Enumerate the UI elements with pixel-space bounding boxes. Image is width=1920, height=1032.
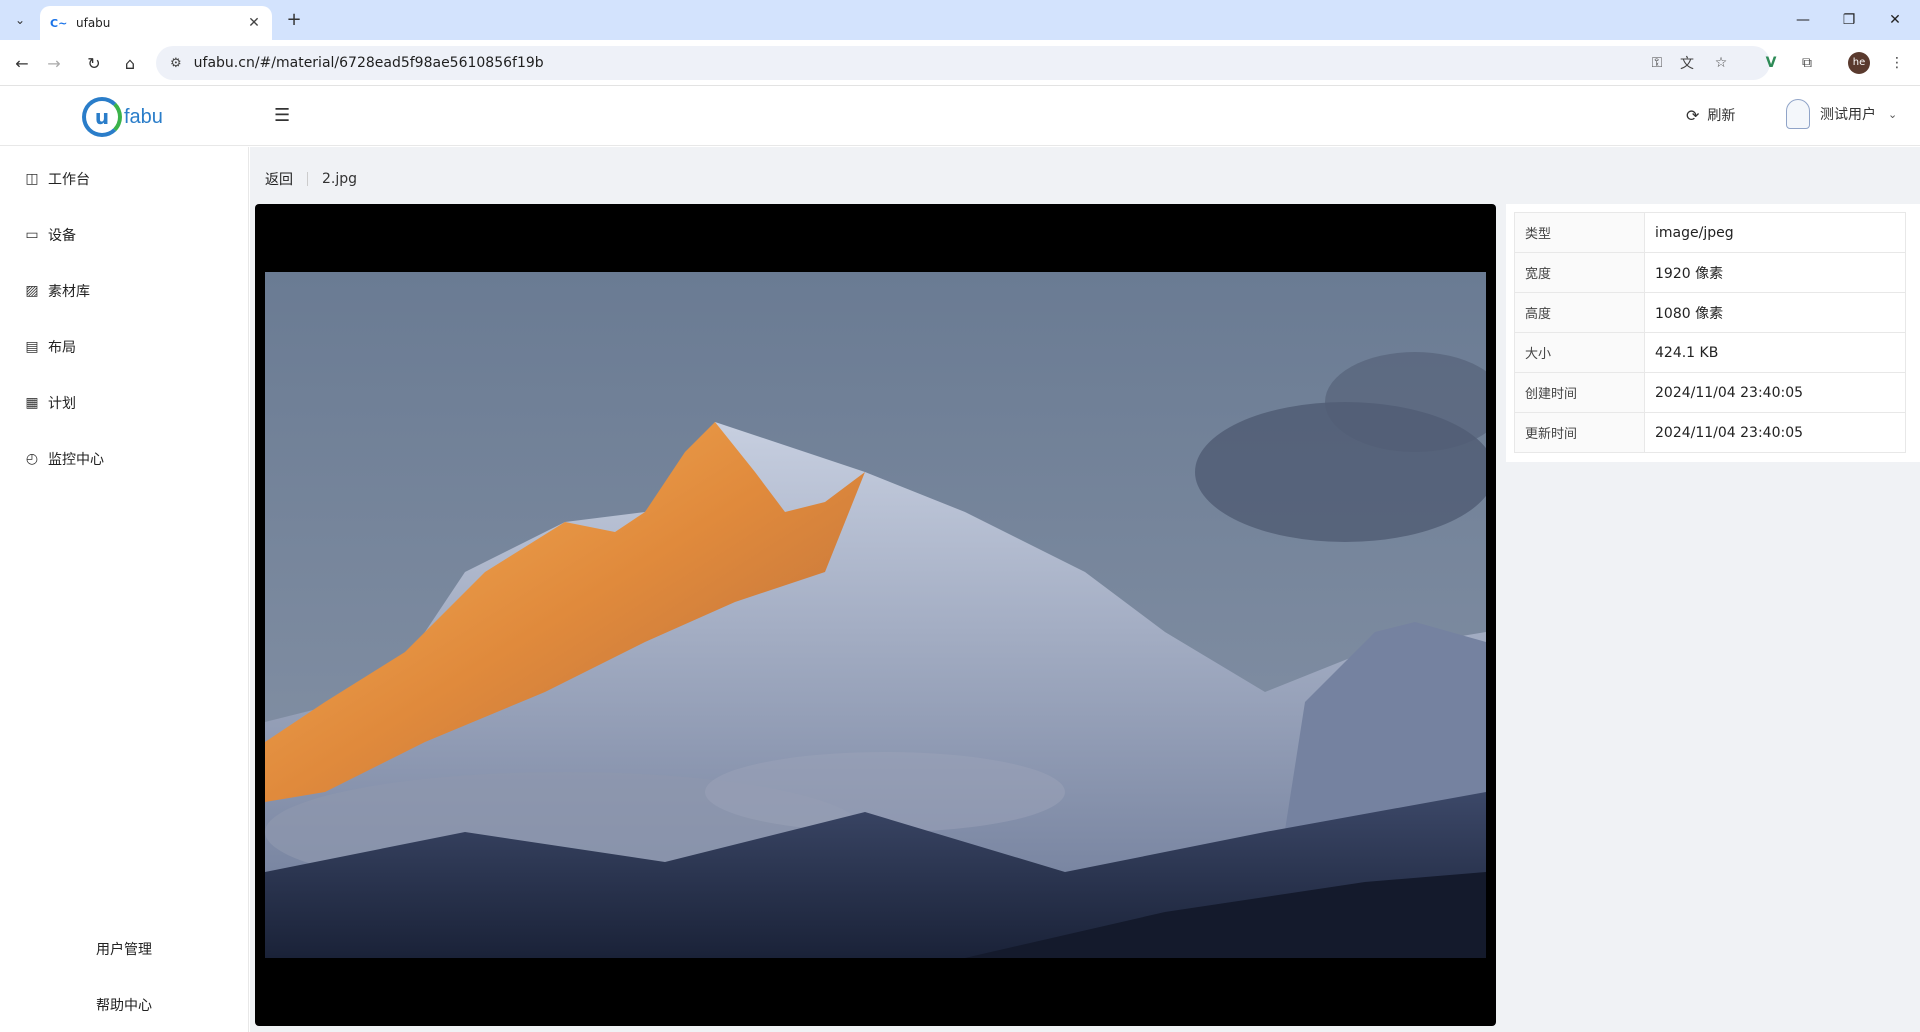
sidebar-item-materials[interactable]: ▨ 素材库 [24, 279, 90, 303]
monitor-icon: ▭ [25, 227, 39, 243]
info-value: 1080 像素 [1644, 292, 1906, 333]
table-row: 高度 1080 像素 [1514, 292, 1906, 333]
file-info-panel: 类型 image/jpeg 宽度 1920 像素 高度 1080 像素 大小 4… [1506, 204, 1920, 462]
browser-toolbar: ← → ↻ ⌂ ⚙ ufabu.cn/#/material/6728ead5f9… [0, 40, 1920, 86]
home-icon[interactable]: ⌂ [116, 49, 144, 77]
image-preview-panel [255, 204, 1496, 1026]
restore-icon[interactable]: ❐ [1826, 0, 1872, 40]
calendar-icon: ▦ [25, 395, 39, 411]
help-center-link[interactable]: 帮助中心 [96, 995, 152, 1015]
pulse-icon: ◴ [25, 451, 39, 467]
info-value: 2024/11/04 23:40:05 [1644, 372, 1906, 413]
vue-extension-icon[interactable]: V [1758, 50, 1784, 76]
sidebar-item-label: 设备 [48, 228, 76, 244]
table-row: 更新时间 2024/11/04 23:40:05 [1514, 412, 1906, 453]
close-tab-icon[interactable]: ✕ [246, 15, 262, 31]
mountain-photo [265, 272, 1486, 958]
site-favicon-icon: C~ [50, 16, 68, 30]
sidebar-item-label: 计划 [48, 396, 76, 412]
table-row: 创建时间 2024/11/04 23:40:05 [1514, 372, 1906, 413]
sidebar-item-monitor[interactable]: ◴ 监控中心 [24, 447, 104, 471]
tab-search-icon[interactable]: ⌄ [8, 8, 32, 32]
ufabu-logo[interactable]: u fabu [82, 95, 163, 139]
breadcrumb-divider [307, 172, 308, 186]
info-key: 高度 [1514, 292, 1645, 333]
file-name: 2.jpg [322, 171, 358, 187]
sidebar-item-schedule[interactable]: ▦ 计划 [24, 391, 76, 415]
browser-tab[interactable]: C~ ufabu ✕ [40, 6, 272, 40]
back-icon[interactable]: ← [8, 49, 36, 77]
new-tab-icon[interactable]: + [282, 8, 306, 32]
sidebar-item-label: 监控中心 [48, 452, 104, 468]
profile-avatar[interactable]: he [1848, 52, 1870, 74]
user-avatar [1786, 99, 1810, 129]
info-key: 类型 [1514, 212, 1645, 253]
table-row: 宽度 1920 像素 [1514, 252, 1906, 293]
sidebar-item-label: 工作台 [48, 172, 90, 188]
info-key: 大小 [1514, 332, 1645, 373]
extensions-icon[interactable]: ⧉ [1794, 50, 1820, 76]
close-window-icon[interactable]: ✕ [1872, 0, 1918, 40]
user-management-link[interactable]: 用户管理 [96, 939, 152, 959]
info-key: 创建时间 [1514, 372, 1645, 413]
user-name: 测试用户 [1820, 107, 1876, 123]
table-row: 类型 image/jpeg [1514, 212, 1906, 253]
logo-mark: u [82, 97, 122, 137]
info-value: 2024/11/04 23:40:05 [1644, 412, 1906, 453]
info-value: 1920 像素 [1644, 252, 1906, 293]
reload-icon[interactable]: ↻ [80, 49, 108, 77]
sidebar-item-label: 素材库 [48, 284, 90, 300]
info-value: image/jpeg [1644, 212, 1906, 253]
forward-icon[interactable]: → [40, 49, 68, 77]
refresh-label: 刷新 [1707, 108, 1736, 124]
app-header: u fabu ☰ ⟳ 刷新 测试用户 ⌄ [0, 87, 1920, 146]
breadcrumb: 返回 2.jpg [265, 169, 357, 189]
browser-menu-icon[interactable]: ⋮ [1884, 50, 1910, 76]
password-key-icon[interactable]: ⚿ [1644, 50, 1670, 76]
sidebar-item-workbench[interactable]: ◫ 工作台 [24, 167, 90, 191]
sidebar-item-devices[interactable]: ▭ 设备 [24, 223, 76, 247]
dashboard-icon: ◫ [25, 171, 39, 187]
info-value: 424.1 KB [1644, 332, 1906, 373]
sidebar-item-layout[interactable]: ▤ 布局 [24, 335, 76, 359]
logo-text: fabu [124, 105, 163, 128]
sidebar-item-label: 布局 [48, 340, 76, 356]
info-key: 更新时间 [1514, 412, 1645, 453]
address-bar[interactable]: ⚙ ufabu.cn/#/material/6728ead5f98ae56108… [156, 46, 1770, 80]
chevron-down-icon: ⌄ [1888, 107, 1898, 121]
main-content: 返回 2.jpg 类型 image/jpeg 宽度 1920 像素 高度 108… [250, 147, 1920, 1032]
refresh-button[interactable]: ⟳ 刷新 [1686, 105, 1735, 125]
refresh-icon: ⟳ [1686, 105, 1700, 125]
file-info-table: 类型 image/jpeg 宽度 1920 像素 高度 1080 像素 大小 4… [1514, 212, 1906, 453]
tab-title: ufabu [76, 16, 111, 30]
layout-icon: ▤ [25, 339, 39, 355]
browser-tab-bar: ⌄ C~ ufabu ✕ + — ❐ ✕ [0, 0, 1920, 40]
site-info-icon[interactable]: ⚙ [170, 56, 182, 71]
user-menu[interactable]: 测试用户 ⌄ [1786, 99, 1897, 129]
table-row: 大小 424.1 KB [1514, 332, 1906, 373]
translate-icon[interactable]: 文 [1674, 50, 1700, 76]
image-icon: ▨ [25, 283, 39, 299]
menu-toggle-icon[interactable]: ☰ [274, 105, 290, 126]
bookmark-star-icon[interactable]: ☆ [1708, 50, 1734, 76]
info-key: 宽度 [1514, 252, 1645, 293]
back-link[interactable]: 返回 [265, 169, 293, 189]
sidebar: ◫ 工作台 ▭ 设备 ▨ 素材库 ▤ 布局 ▦ 计划 ◴ 监控中心 用户管理 帮… [0, 147, 249, 1032]
url-text: ufabu.cn/#/material/6728ead5f98ae5610856… [193, 55, 544, 71]
minimize-icon[interactable]: — [1780, 0, 1826, 40]
